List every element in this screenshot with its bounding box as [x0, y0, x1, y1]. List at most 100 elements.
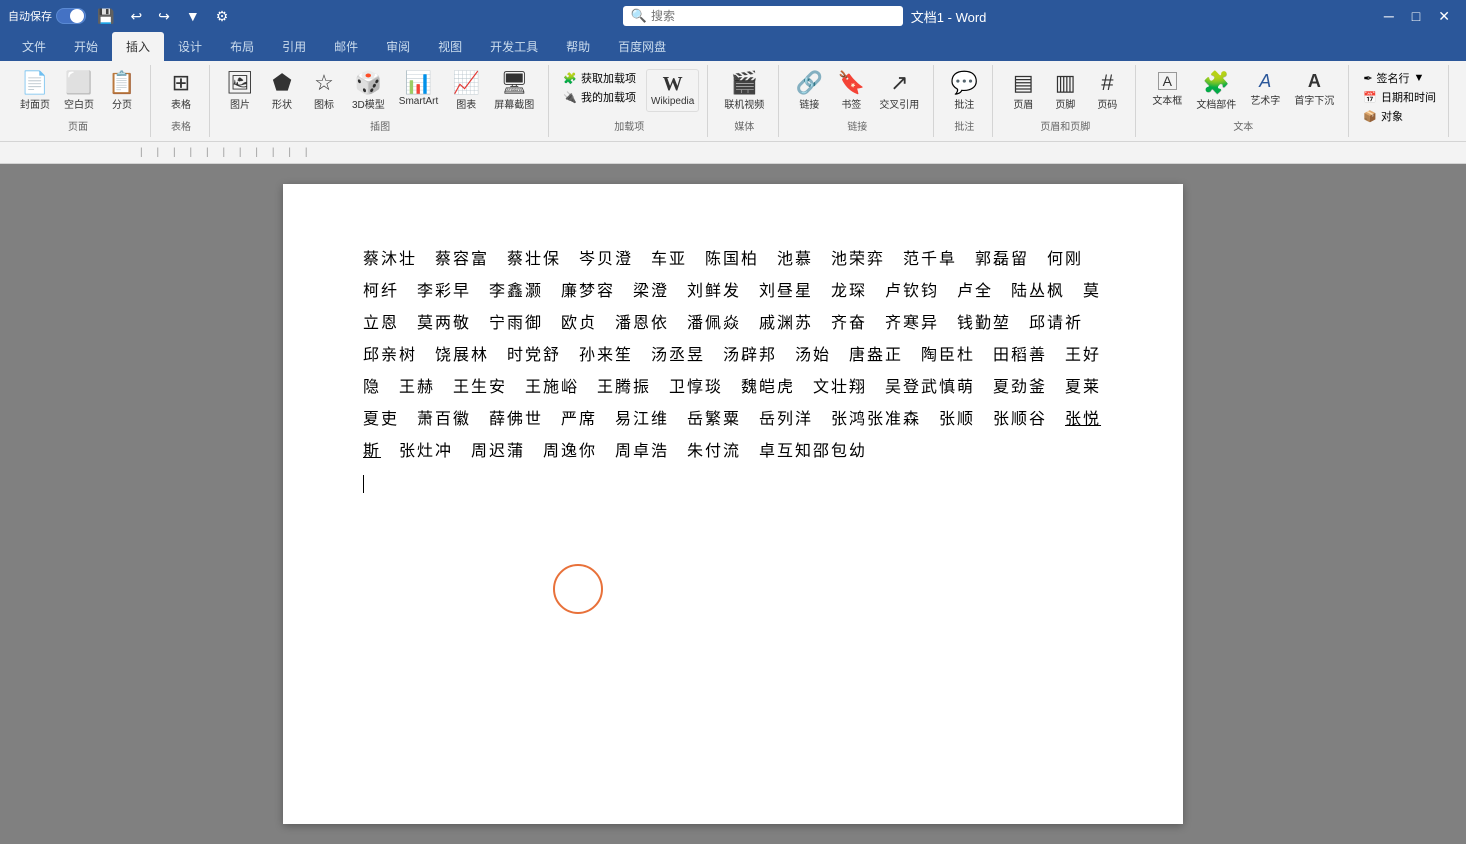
illustrations-label: 插图: [370, 118, 390, 133]
tab-file[interactable]: 文件: [8, 32, 60, 61]
cursor-highlight-circle: [553, 564, 603, 614]
picture-icon: 🖼: [226, 72, 254, 94]
ribbon: 文件 开始 插入 设计 布局 引用 邮件 审阅 视图 开发工具 帮助 百度网盘 …: [0, 32, 1466, 142]
pagenumber-button[interactable]: # 页码: [1087, 69, 1127, 114]
text-label: 文本: [1233, 118, 1253, 133]
textbox-icon: A: [1158, 72, 1177, 90]
icon-button[interactable]: ☆ 图标: [304, 69, 344, 114]
tab-layout[interactable]: 布局: [216, 32, 268, 61]
tab-baidu[interactable]: 百度网盘: [604, 32, 680, 61]
crossref-icon: ↗: [890, 72, 908, 94]
addon-col: 🧩 获取加载项 🔌 我的加载项: [559, 69, 640, 106]
bookmark-button[interactable]: 🔖 书签: [831, 69, 871, 114]
object-button[interactable]: 📦 对象: [1359, 107, 1440, 125]
dropcap-button[interactable]: A 首字下沉: [1288, 69, 1340, 110]
online-video-button[interactable]: 🎬 联机视频: [718, 69, 770, 114]
puzzle-icon: 🧩: [563, 72, 577, 85]
3d-button[interactable]: 🎲 3D模型: [346, 69, 391, 114]
customize-button[interactable]: ⚙: [211, 6, 234, 27]
redo-button[interactable]: ↪: [153, 6, 175, 27]
datetime-icon: 📅: [1363, 91, 1377, 104]
icon-icon: ☆: [314, 72, 334, 94]
autosave-thumb: [70, 9, 84, 23]
tab-insert[interactable]: 插入: [112, 32, 164, 61]
tab-help[interactable]: 帮助: [552, 32, 604, 61]
tab-review[interactable]: 审阅: [372, 32, 424, 61]
comments-label: 批注: [954, 118, 974, 133]
footer-button[interactable]: ▥ 页脚: [1045, 69, 1085, 114]
save-button[interactable]: 💾: [92, 6, 119, 27]
close-button[interactable]: ✕: [1430, 4, 1458, 29]
minimize-button[interactable]: ─: [1376, 4, 1402, 29]
quickparts-button[interactable]: 🧩 文档部件: [1190, 69, 1242, 114]
group-illustrations: 🖼 图片 ⬟ 形状 ☆ 图标 🎲 3D模型 📊 SmartArt: [212, 65, 549, 137]
sig-col: ✒ 签名行 ▼ 📅 日期和时间 📦 对象: [1359, 69, 1440, 125]
tab-devtools[interactable]: 开发工具: [476, 32, 552, 61]
wikipedia-button[interactable]: W Wikipedia: [646, 69, 699, 112]
hf-label: 页眉和页脚: [1040, 118, 1090, 133]
bookmark-icon: 🔖: [838, 72, 865, 94]
crossref-button[interactable]: ↗ 交叉引用: [873, 69, 925, 114]
document-area[interactable]: 蔡沐壮 蔡容富 蔡壮保 岑贝澄 车亚 陈国柏 池慕 池荣弈 范千阜 郭磊留 何刚…: [0, 164, 1466, 844]
chart-icon: 📈: [453, 72, 480, 94]
document-page[interactable]: 蔡沐壮 蔡容富 蔡壮保 岑贝澄 车亚 陈国柏 池慕 池荣弈 范千阜 郭磊留 何刚…: [283, 184, 1183, 824]
table-items: ⊞ 表格: [161, 69, 201, 114]
screenshot-button[interactable]: 🖥 屏幕截图: [488, 69, 540, 114]
pages-label: 页面: [68, 118, 88, 133]
group-symbols: π 公式 Ω 符号 符号: [1451, 65, 1466, 137]
wikipedia-icon: W: [663, 74, 683, 94]
chart-button[interactable]: 📈 图表: [446, 69, 486, 114]
table-label: 表格: [171, 118, 191, 133]
header-icon: ▤: [1013, 72, 1034, 94]
cover-icon: 📄: [21, 72, 48, 94]
tab-mail[interactable]: 邮件: [320, 32, 372, 61]
media-label: 媒体: [734, 118, 754, 133]
hf-items: ▤ 页眉 ▥ 页脚 # 页码: [1003, 69, 1127, 114]
comment-icon: 💬: [951, 72, 978, 94]
search-input[interactable]: [651, 9, 895, 23]
shape-icon: ⬟: [272, 72, 291, 94]
sig-items: ✒ 签名行 ▼ 📅 日期和时间 📦 对象: [1359, 69, 1440, 133]
title-bar: 自动保存 💾 ↩ ↪ ▼ ⚙ 🔍 文档1 - Word ─ □ ✕: [0, 0, 1466, 32]
illustrations-items: 🖼 图片 ⬟ 形状 ☆ 图标 🎲 3D模型 📊 SmartArt: [220, 69, 540, 114]
pagenumber-icon: #: [1101, 72, 1113, 94]
shape-button[interactable]: ⬟ 形状: [262, 69, 302, 114]
search-icon: 🔍: [631, 8, 647, 24]
header-button[interactable]: ▤ 页眉: [1003, 69, 1043, 114]
links-items: 🔗 链接 🔖 书签 ↗ 交叉引用: [789, 69, 925, 114]
link-button[interactable]: 🔗 链接: [789, 69, 829, 114]
comment-button[interactable]: 💬 批注: [944, 69, 984, 114]
blank-button[interactable]: ⬜ 空白页: [58, 69, 100, 114]
tab-references[interactable]: 引用: [268, 32, 320, 61]
3d-icon: 🎲: [355, 72, 382, 94]
group-text: A 文本框 🧩 文档部件 A 艺术字 A 首字下沉 文本: [1138, 65, 1349, 137]
signline-button[interactable]: ✒ 签名行 ▼: [1359, 69, 1440, 87]
wordart-button[interactable]: A 艺术字: [1244, 69, 1286, 110]
content-line-2: [363, 468, 1103, 500]
search-bar[interactable]: 🔍: [623, 6, 903, 26]
picture-button[interactable]: 🖼 图片: [220, 69, 260, 114]
table-button[interactable]: ⊞ 表格: [161, 69, 201, 114]
tab-design[interactable]: 设计: [164, 32, 216, 61]
restore-button[interactable]: □: [1404, 4, 1428, 29]
ruler: | | | | | | | | | | |: [0, 142, 1466, 164]
my-addon-button[interactable]: 🔌 我的加载项: [559, 88, 640, 106]
dropcap-icon: A: [1308, 72, 1321, 90]
tab-home[interactable]: 开始: [60, 32, 112, 61]
textbox-button[interactable]: A 文本框: [1146, 69, 1188, 110]
autosave-toggle[interactable]: [56, 8, 86, 24]
equation-button[interactable]: π 公式: [1459, 69, 1466, 110]
group-links: 🔗 链接 🔖 书签 ↗ 交叉引用 链接: [781, 65, 934, 137]
smartart-button[interactable]: 📊 SmartArt: [393, 69, 444, 110]
document-content[interactable]: 蔡沐壮 蔡容富 蔡壮保 岑贝澄 车亚 陈国柏 池慕 池荣弈 范千阜 郭磊留 何刚…: [363, 244, 1103, 500]
title-bar-left: 自动保存 💾 ↩ ↪ ▼ ⚙: [8, 6, 233, 27]
quickparts-icon: 🧩: [1203, 72, 1230, 94]
break-button[interactable]: 📋 分页: [102, 69, 142, 114]
undo-button[interactable]: ↩: [125, 6, 147, 27]
addons-items: 🧩 获取加载项 🔌 我的加载项 W Wikipedia: [559, 69, 699, 114]
datetime-button[interactable]: 📅 日期和时间: [1359, 88, 1440, 106]
cover-button[interactable]: 📄 封面页: [14, 69, 56, 114]
dropdown-button[interactable]: ▼: [181, 6, 205, 26]
get-addon-button[interactable]: 🧩 获取加载项: [559, 69, 640, 87]
tab-view[interactable]: 视图: [424, 32, 476, 61]
